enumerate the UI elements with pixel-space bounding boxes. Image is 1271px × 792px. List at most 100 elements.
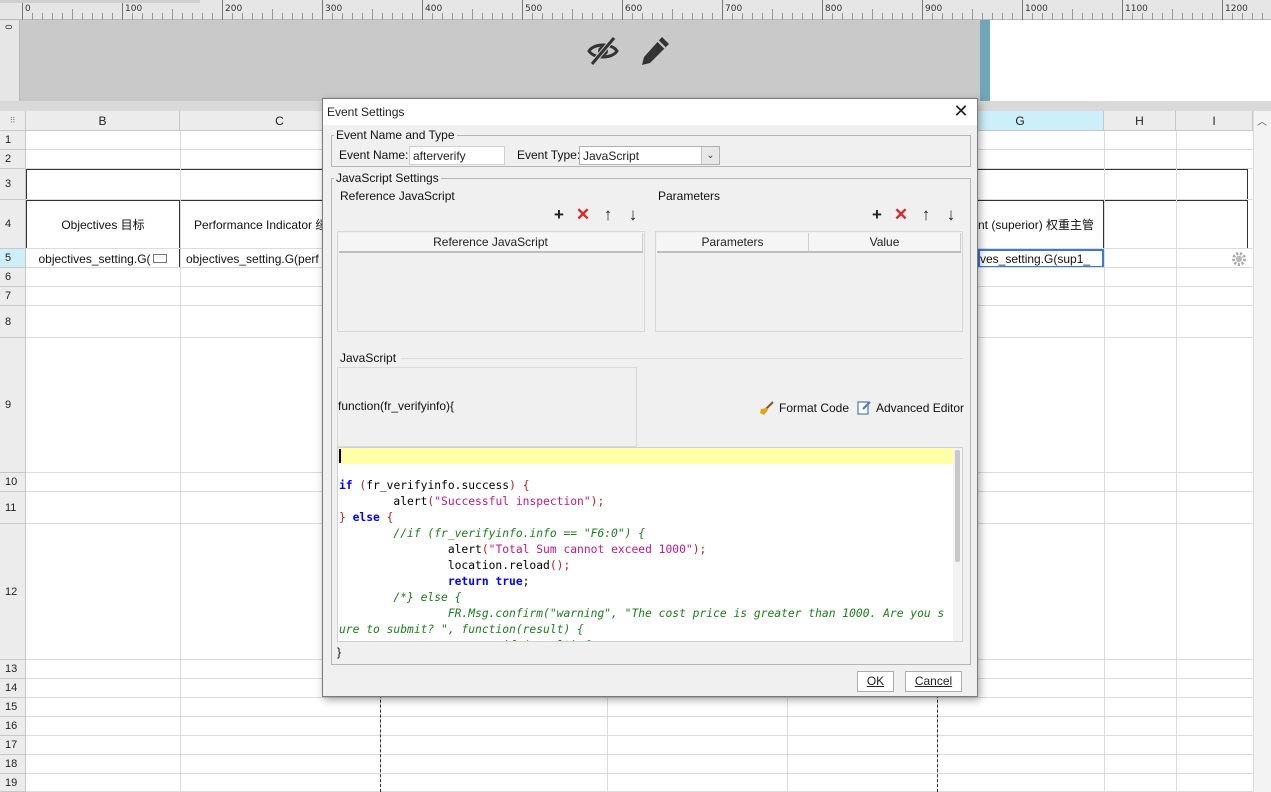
ruler-minor-tick	[1072, 9, 1073, 20]
row-header[interactable]: 8	[0, 306, 26, 338]
add-reference-button[interactable]: +	[550, 206, 568, 224]
vertical-scrollbar[interactable]: ︿	[1253, 111, 1271, 792]
ruler-minor-tick	[272, 9, 273, 20]
ruler-minor-tick	[962, 13, 963, 20]
move-down-reference-button[interactable]: ↓	[624, 206, 642, 224]
band-empty-area	[990, 20, 1271, 101]
reference-js-table[interactable]: Reference JavaScript	[337, 231, 645, 332]
event-name-label: Event Name:	[339, 148, 409, 162]
select-all-corner[interactable]: ⠿	[0, 111, 26, 131]
ruler-minor-tick	[682, 13, 683, 20]
row-header[interactable]: 14	[0, 679, 26, 698]
row-header[interactable]: 18	[0, 755, 26, 774]
ruler-minor-tick	[892, 13, 893, 20]
row-header[interactable]: 6	[0, 268, 26, 287]
move-up-parameter-button[interactable]: ↑	[917, 206, 935, 224]
event-type-select[interactable]: JavaScript ⌄	[579, 146, 720, 165]
band-icons	[586, 34, 672, 68]
delete-reference-button[interactable]: ✕	[574, 206, 592, 224]
ok-button[interactable]: OK	[857, 671, 894, 692]
cell-i4[interactable]	[1176, 200, 1248, 249]
close-icon[interactable]: ✕	[951, 102, 971, 122]
ruler-label: 1000	[1025, 4, 1048, 14]
move-up-reference-button[interactable]: ↑	[599, 206, 617, 224]
cell-g5[interactable]: ves_setting.G(sup1_	[978, 249, 1104, 268]
ruler-minor-tick	[872, 9, 873, 20]
parameters-table[interactable]: Parameters Value	[655, 231, 963, 332]
row-header[interactable]: 11	[0, 492, 26, 524]
code-scrollbar-thumb[interactable]	[955, 450, 960, 562]
reference-js-column-header[interactable]: Reference JavaScript	[339, 233, 643, 251]
event-name-input[interactable]: afterverify	[409, 146, 505, 165]
ruler-tick	[1022, 0, 1023, 20]
advanced-editor-label: Advanced Editor	[876, 400, 965, 415]
ruler-label: 1200	[1225, 4, 1248, 14]
row-header[interactable]: 13	[0, 660, 26, 679]
pencil-icon[interactable]	[638, 34, 672, 68]
row-header[interactable]: 10	[0, 473, 26, 492]
cell-checkbox[interactable]	[152, 254, 167, 263]
row-header[interactable]: 3	[0, 169, 26, 200]
ruler-minor-tick	[742, 13, 743, 20]
row-header[interactable]: 19	[0, 774, 26, 792]
ruler-minor-tick	[462, 13, 463, 20]
ruler-minor-tick	[412, 13, 413, 20]
row-header[interactable]: 2	[0, 150, 26, 169]
row-header[interactable]: 4	[0, 200, 26, 249]
eye-slash-icon[interactable]	[586, 34, 620, 68]
ruler-minor-tick	[362, 13, 363, 20]
advanced-editor-button[interactable]: Advanced Editor	[857, 400, 964, 415]
ruler-minor-tick	[662, 13, 663, 20]
ruler-minor-tick	[752, 13, 753, 20]
row-header[interactable]: 5	[0, 249, 26, 268]
value-column-header[interactable]: Value	[809, 233, 961, 251]
ruler-minor-tick	[512, 13, 513, 20]
chevron-down-icon[interactable]: ⌄	[701, 147, 719, 164]
column-header-b[interactable]: B	[26, 111, 180, 131]
column-header-i[interactable]: I	[1176, 111, 1253, 131]
parameters-column-header[interactable]: Parameters	[657, 233, 809, 251]
code-scrollbar[interactable]	[953, 448, 962, 641]
cell-b4[interactable]: Objectives 目标	[26, 200, 180, 249]
ruler-minor-tick	[1262, 13, 1263, 20]
row-header[interactable]: 9	[0, 338, 26, 473]
row-header[interactable]: 16	[0, 717, 26, 736]
ruler-minor-tick	[82, 13, 83, 20]
grid-row-line	[26, 735, 1253, 736]
gear-icon[interactable]	[1230, 250, 1248, 268]
grid-column-line	[1176, 131, 1177, 792]
cell-b5[interactable]: objectives_setting.G(	[26, 249, 180, 268]
ruler-minor-tick	[1212, 13, 1213, 20]
ruler-minor-tick	[832, 13, 833, 20]
cell-c5[interactable]: objectives_setting.G(perf	[180, 249, 325, 268]
cell-g4[interactable]: nt (superior) 权重主管	[978, 200, 1104, 249]
edit-document-icon	[857, 401, 871, 415]
code-content[interactable]: if (fr_verifyinfo.success) { alert("Succ…	[339, 462, 944, 641]
javascript-code-editor[interactable]: if (fr_verifyinfo.success) { alert("Succ…	[337, 447, 963, 642]
cell-h4[interactable]	[1104, 200, 1176, 249]
cell-c4[interactable]: Performance Indicator 绩	[180, 200, 325, 249]
row-header[interactable]: 17	[0, 736, 26, 755]
ruler-minor-tick	[852, 13, 853, 20]
ruler-minor-tick	[982, 13, 983, 20]
cancel-button[interactable]: Cancel	[905, 671, 962, 692]
parameters-title: Parameters	[658, 189, 721, 203]
band-selection-handle[interactable]	[980, 20, 990, 101]
column-header-h[interactable]: H	[1104, 111, 1176, 131]
ruler-minor-tick	[1042, 13, 1043, 20]
format-code-button[interactable]: Format Code	[759, 400, 849, 416]
ruler-minor-tick	[182, 13, 183, 20]
ruler-minor-tick	[602, 13, 603, 20]
row-header[interactable]: 1	[0, 131, 26, 150]
add-parameter-button[interactable]: +	[868, 206, 886, 224]
row-header[interactable]: 12	[0, 524, 26, 660]
row-header[interactable]: 7	[0, 287, 26, 306]
ruler-label: 1100	[1125, 4, 1148, 14]
row-header[interactable]: 15	[0, 698, 26, 717]
move-down-parameter-button[interactable]: ↓	[942, 206, 960, 224]
delete-parameter-button[interactable]: ✕	[892, 206, 910, 224]
ruler-minor-tick	[1052, 13, 1053, 20]
ruler-minor-tick	[452, 13, 453, 20]
scroll-up-icon[interactable]: ︿	[1257, 113, 1267, 128]
ruler-minor-tick	[212, 13, 213, 20]
